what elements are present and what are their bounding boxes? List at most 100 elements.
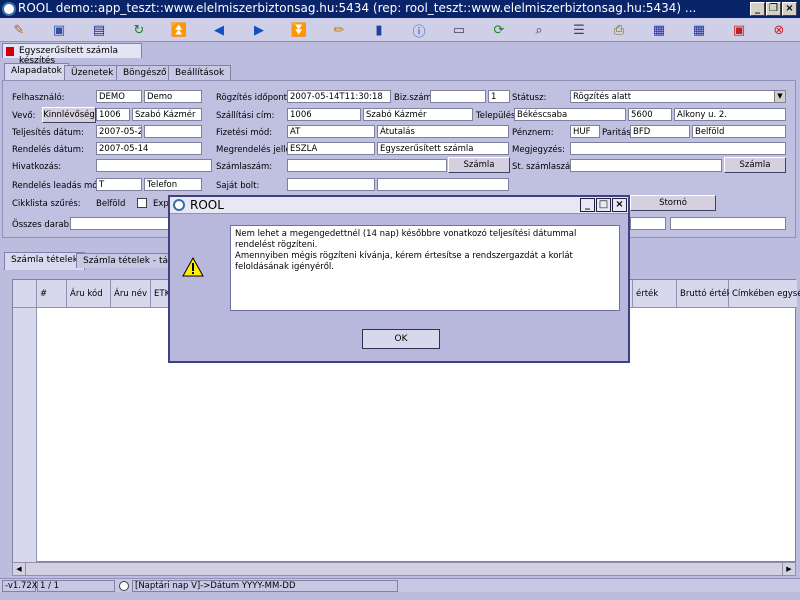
hivatkozas-field[interactable] (96, 159, 212, 172)
restore-button[interactable]: ❐ (766, 2, 781, 16)
sajatbolt-name-field[interactable] (377, 178, 509, 191)
status-bar: -v1.72X 1 / 1 [Naptári nap V]->Dátum YYY… (0, 578, 800, 592)
ok-button[interactable]: OK (362, 329, 440, 349)
paritas-code-field[interactable]: BFD (630, 125, 690, 138)
grid-header-brutto-ertek[interactable]: Bruttó érték (677, 280, 732, 308)
grid-header-ertek[interactable]: érték (633, 280, 677, 308)
cikklista-label: Cikklista szűrés: (12, 199, 81, 209)
megjegyzes-field[interactable] (570, 142, 786, 155)
osszes-darab-label: Összes darab: (12, 220, 72, 230)
exp-label: Exp (153, 199, 169, 209)
export-icon[interactable]: ▣ (728, 20, 750, 40)
tab-bongeszo[interactable]: Böngésző (116, 65, 174, 80)
paritas-label: Paritás: (602, 128, 634, 138)
dialog-message-line-1: Nem lehet a megengedettnél (14 nap) késő… (235, 229, 577, 250)
exit-icon[interactable]: ⊗ (768, 20, 790, 40)
kinnlevoseg-button[interactable]: Kinnlévőség (42, 107, 96, 123)
wand-icon[interactable]: ✎ (8, 20, 30, 40)
table-icon[interactable]: ▦ (648, 20, 670, 40)
status-radio[interactable] (119, 581, 129, 591)
iranyitoszam-field[interactable]: 5600 (628, 108, 672, 121)
dialog-message-line-2: Amennyiben mégis rögzíteni kívánja, kére… (235, 251, 573, 272)
list-icon[interactable]: ☰ (568, 20, 590, 40)
grid-icon[interactable]: ▦ (688, 20, 710, 40)
tab-uzenetek[interactable]: Üzenetek (64, 65, 121, 80)
bizszam-number-field[interactable]: 1 (488, 90, 510, 103)
szamlaszam-field[interactable] (287, 159, 447, 172)
open-folder-icon[interactable]: ▣ (48, 20, 70, 40)
close-button[interactable]: × (782, 2, 797, 16)
sajatbolt-label: Saját bolt: (216, 181, 260, 191)
osszes-darab-field[interactable] (70, 217, 170, 230)
grid-header-cimkeben-egysegar[interactable]: Címkében egységá (729, 280, 800, 308)
document-tab[interactable]: Egyszerűsített számla készítés (2, 43, 142, 66)
megrendeles-name-field[interactable]: Egyszerűsített számla (377, 142, 509, 155)
statusz-select[interactable]: Rögzítés alatt ▼ (570, 90, 786, 103)
summary-field-2[interactable] (670, 217, 786, 230)
dialog-close-button[interactable]: × (612, 198, 627, 212)
search-icon[interactable]: ⌕ (528, 20, 550, 40)
dialog-maximize-button[interactable]: □ (596, 198, 611, 212)
chevron-down-icon[interactable]: ▼ (774, 91, 785, 102)
edit-icon[interactable]: ✏ (328, 20, 350, 40)
save-icon[interactable]: ▤ (88, 20, 110, 40)
dialog-title-bar: ROOL _ □ × (170, 197, 628, 214)
felhasznalo-code-field[interactable]: DEMO (96, 90, 142, 103)
window-icon[interactable]: ▭ (448, 20, 470, 40)
previous-record-icon[interactable]: ◀ (208, 20, 230, 40)
fizetesi-name-field[interactable]: Átutalás (377, 125, 509, 138)
penznem-field[interactable]: HUF (570, 125, 600, 138)
teljesites-extra-field[interactable] (144, 125, 202, 138)
telepules-field[interactable]: Békéscsaba (514, 108, 626, 121)
delete-icon[interactable]: ▮ (368, 20, 390, 40)
szallitasi-name-field[interactable]: Szabó Kázmér (363, 108, 473, 121)
storno-button[interactable]: Stornó (630, 195, 716, 211)
rogzites-field[interactable]: 2007-05-14T11:30:18 (287, 90, 391, 103)
grid-header-aru-kod[interactable]: Áru kód (67, 280, 111, 308)
last-record-icon[interactable]: ⏬ (288, 20, 310, 40)
st-szamla-button[interactable]: Számla (724, 157, 786, 173)
tab-alapadatok[interactable]: Alapadatok (4, 63, 69, 81)
sajatbolt-code-field[interactable] (287, 178, 375, 191)
paritas-name-field[interactable]: Belföld (692, 125, 786, 138)
summary-field-1[interactable] (630, 217, 666, 230)
teljesites-date-field[interactable]: 2007-05-29 (96, 125, 142, 138)
scroll-right-icon[interactable]: ▶ (782, 563, 795, 575)
dialog-minimize-button[interactable]: _ (580, 198, 595, 212)
tab-szamla-tetelek[interactable]: Számla tételek (4, 252, 85, 270)
rogzites-label: Rögzítés időpont: (216, 93, 290, 103)
felhasznalo-label: Felhasználó: (12, 93, 65, 103)
leadas-name-field[interactable]: Telefon (144, 178, 202, 191)
fizetesi-code-field[interactable]: AT (287, 125, 375, 138)
bizszam-label: Biz.szám: (394, 93, 435, 103)
vevo-name-field[interactable]: Szabó Kázmér (132, 108, 202, 121)
tab-beallitasok[interactable]: Beállítások (168, 65, 232, 80)
info-icon[interactable]: ⓘ (408, 20, 430, 40)
leadas-code-field[interactable]: T (96, 178, 142, 191)
horizontal-scrollbar[interactable]: ◀ ▶ (12, 562, 796, 576)
utca-field[interactable]: Alkony u. 2. (674, 108, 786, 121)
sync-icon[interactable]: ⟳ (488, 20, 510, 40)
next-record-icon[interactable]: ▶ (248, 20, 270, 40)
stszamla-field[interactable] (570, 159, 722, 172)
vevo-code-field[interactable]: 1006 (96, 108, 130, 121)
szamla-button[interactable]: Számla (448, 157, 510, 173)
warning-icon (182, 257, 204, 277)
exp-checkbox[interactable] (137, 198, 147, 208)
grid-header-rownum-spacer (13, 280, 37, 308)
first-record-icon[interactable]: ⏫ (168, 20, 190, 40)
scroll-left-icon[interactable]: ◀ (13, 563, 26, 575)
window-title: ROOL demo::app_teszt::www.elelmiszerbizt… (18, 1, 697, 15)
grid-header-index[interactable]: # (37, 280, 67, 308)
refresh-icon[interactable]: ↻ (128, 20, 150, 40)
cikklista-value: Belföld (96, 199, 126, 209)
bizszam-field[interactable] (430, 90, 486, 103)
szallitasi-code-field[interactable]: 1006 (287, 108, 361, 121)
megrendeles-code-field[interactable]: ESZLA (287, 142, 375, 155)
felhasznalo-name-field[interactable]: Demo (144, 90, 202, 103)
print-icon[interactable]: ⎙ (608, 20, 630, 40)
minimize-button[interactable]: _ (750, 2, 765, 16)
rendeles-date-field[interactable]: 2007-05-14 (96, 142, 202, 155)
grid-header-aru-nev[interactable]: Áru név (111, 280, 151, 308)
window-title-bar: ROOL demo::app_teszt::www.elelmiszerbizt… (0, 0, 800, 18)
